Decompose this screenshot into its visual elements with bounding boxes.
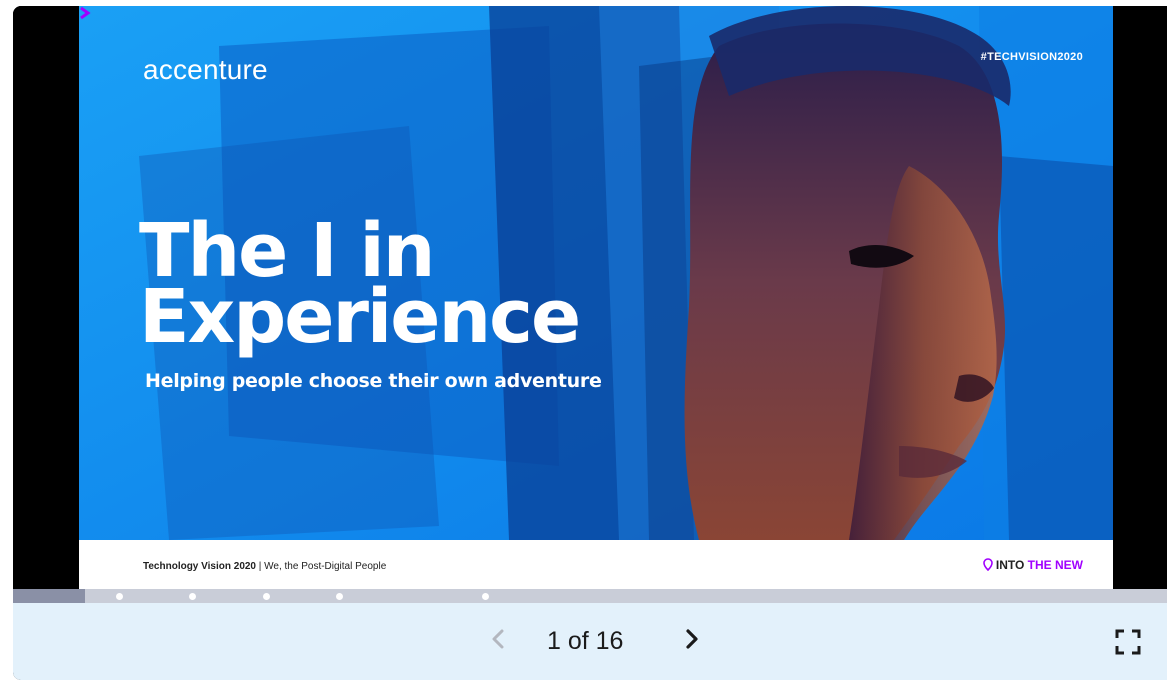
progress-fill xyxy=(13,589,85,603)
footer-separator: | xyxy=(256,561,265,572)
next-slide-button[interactable] xyxy=(674,621,710,657)
viewer-controls: 1 of 16 xyxy=(13,603,1167,680)
page-counter: 1 of 16 xyxy=(547,627,624,655)
hashtag-label: #TECHVISION2020 xyxy=(980,51,1083,63)
progress-marker[interactable] xyxy=(116,593,123,600)
slide-subheadline: Helping people choose their own adventur… xyxy=(145,370,602,392)
tag-into: INTO xyxy=(995,558,1025,572)
fullscreen-button[interactable] xyxy=(1113,627,1143,657)
slide-viewer: accenture #TECHVISION2020 The I in Exper… xyxy=(13,6,1167,680)
footer-subtitle: We, the Post-Digital People xyxy=(264,561,387,572)
slide-headline: The I in Experience xyxy=(139,214,581,360)
slide-footer: Technology Vision 2020 | We, the Post-Di… xyxy=(79,540,1113,589)
slide: accenture #TECHVISION2020 The I in Exper… xyxy=(79,6,1113,589)
previous-slide-button[interactable] xyxy=(480,621,516,657)
tag-the-new: THE NEW xyxy=(1024,558,1083,572)
location-pin-icon xyxy=(982,558,993,572)
slide-hero-image: accenture #TECHVISION2020 The I in Exper… xyxy=(79,6,1113,540)
into-the-new-tag: INTO THE NEW xyxy=(982,558,1083,572)
accenture-logo: accenture xyxy=(143,54,268,86)
logo-text: accenture xyxy=(143,54,268,85)
progress-marker[interactable] xyxy=(263,593,270,600)
chevron-left-icon xyxy=(492,629,504,649)
fullscreen-icon xyxy=(1115,629,1141,655)
footer-caption: Technology Vision 2020 | We, the Post-Di… xyxy=(143,561,386,572)
progress-marker[interactable] xyxy=(336,593,343,600)
headline-line-2: Experience xyxy=(139,274,581,360)
progress-marker[interactable] xyxy=(482,593,489,600)
slide-progress-bar[interactable] xyxy=(13,589,1167,603)
footer-title: Technology Vision 2020 xyxy=(143,561,256,572)
progress-marker[interactable] xyxy=(189,593,196,600)
slide-stage: accenture #TECHVISION2020 The I in Exper… xyxy=(13,6,1167,589)
chevron-right-icon xyxy=(686,629,698,649)
accenture-chevron-icon xyxy=(80,6,91,20)
